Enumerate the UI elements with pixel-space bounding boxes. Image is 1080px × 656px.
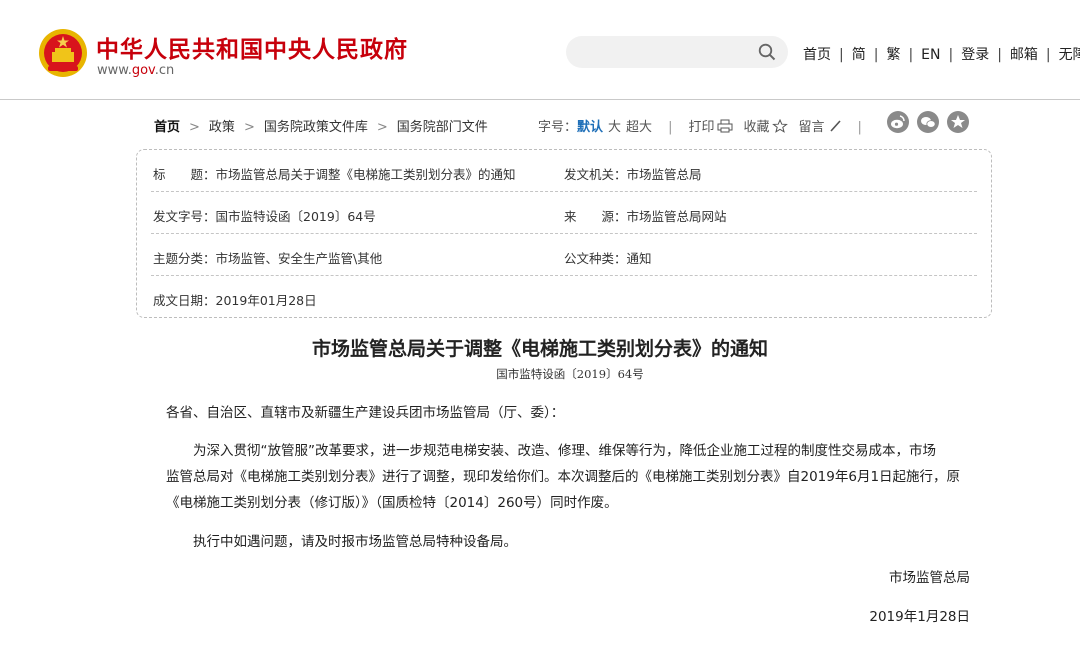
weibo-icon[interactable]: [887, 111, 909, 133]
source-value: 市场监管总局网站: [626, 209, 727, 224]
info-row-1: 标 题：市场监管总局关于调整《电梯施工类别划分表》的通知 发文机关：市场监管总局: [151, 150, 977, 192]
article-salutation: 各省、自治区、直辖市及新疆生产建设兵团市场监管局（厅、委）：: [166, 405, 565, 421]
title-key: 标 题：: [153, 167, 216, 182]
document-info-box: 标 题：市场监管总局关于调整《电梯施工类别划分表》的通知 发文机关：市场监管总局…: [136, 149, 992, 318]
printer-icon: [717, 119, 733, 133]
site-url[interactable]: www.gov.cn: [97, 63, 174, 78]
site-header: 中华人民共和国中央人民政府 www.gov.cn 首页 | 简 | 繁 | EN | 登录 | 邮箱…: [0, 0, 1080, 100]
info-row-2: 发文字号：国市监特设函〔2019〕64号 来 源：市场监管总局网站: [151, 192, 977, 234]
favorite-label: 收藏: [743, 120, 770, 135]
docno-value: 国市监特设函〔2019〕64号: [215, 209, 376, 224]
print-label: 打印: [688, 120, 715, 135]
breadcrumb-home[interactable]: 首页: [154, 120, 180, 135]
date-value: 2019年01月28日: [215, 293, 317, 308]
issuer-value: 市场监管总局: [626, 167, 702, 182]
article-paragraph-1-line-3: 《电梯施工类别划分表（修订版）》（国质检特〔2014〕260号）同时作废。: [166, 495, 618, 511]
article-paragraph-1-line-2: 监管总局对《电梯施工类别划分表》进行了调整，现印发给你们。本次调整后的《电梯施工…: [166, 469, 961, 485]
search-icon[interactable]: [758, 43, 776, 61]
breadcrumb-dept-docs[interactable]: 国务院部门文件: [397, 120, 488, 135]
page-tools: 字号：默认大超大 | 打印 收藏 留言 |: [538, 119, 862, 135]
comment-button[interactable]: 留言: [798, 120, 843, 135]
print-button[interactable]: 打印: [688, 119, 733, 135]
nav-traditional[interactable]: 繁: [886, 47, 900, 63]
article-paragraph-1-line-1: 为深入贯彻“放管服”改革要求，进一步规范电梯安装、改造、修理、维保等行为，降低企…: [166, 443, 936, 459]
subject-key: 主题分类：: [153, 251, 216, 266]
wechat-icon[interactable]: [917, 111, 939, 133]
nav-home[interactable]: 首页: [803, 47, 831, 63]
subject-value: 市场监管、安全生产监管\其他: [215, 251, 383, 266]
info-row-4: 成文日期：2019年01月28日: [151, 276, 977, 318]
comment-label: 留言: [798, 120, 825, 135]
nav-login[interactable]: 登录: [961, 47, 989, 63]
font-large-button[interactable]: 大: [608, 120, 621, 135]
article-title: 市场监管总局关于调整《电梯施工类别划分表》的通知: [311, 338, 768, 360]
type-value: 通知: [626, 251, 652, 266]
issuer-key: 发文机关：: [564, 167, 627, 182]
docno-key: 发文字号：: [153, 209, 216, 224]
qzone-icon[interactable]: [947, 111, 969, 133]
star-icon: [772, 119, 789, 133]
type-key: 公文种类：: [564, 251, 627, 266]
favorite-button[interactable]: 收藏: [743, 119, 789, 135]
article-signature: 市场监管总局: [889, 570, 970, 586]
font-size-label: 字号：: [538, 120, 578, 135]
source-key: 来 源：: [564, 209, 627, 224]
article-paragraph-2: 执行中如遇问题，请及时报市场监管总局特种设备局。: [166, 534, 517, 550]
national-emblem-icon: [39, 29, 87, 77]
top-nav: 首页|简|繁|EN|登录|邮箱|无障碍: [803, 44, 1080, 64]
nav-mail[interactable]: 邮箱: [1010, 47, 1038, 63]
breadcrumb: 首页 > 政策 > 国务院政策文件库 > 国务院部门文件: [154, 120, 488, 135]
font-default-button[interactable]: 默认: [577, 120, 603, 135]
pencil-icon: [829, 120, 841, 132]
breadcrumb-bar: 首页 > 政策 > 国务院政策文件库 > 国务院部门文件 字号：默认大超大 | 打印 收藏 留言 |: [154, 111, 984, 136]
breadcrumb-policy-library[interactable]: 国务院政策文件库: [264, 120, 368, 135]
article-doc-number: 国市监特设函〔2019〕64号: [496, 367, 644, 381]
article-sign-date: 2019年1月28日: [869, 609, 970, 625]
nav-english[interactable]: EN: [921, 47, 940, 63]
font-xlarge-button[interactable]: 超大: [626, 120, 652, 135]
info-row-3: 主题分类：市场监管、安全生产监管\其他 公文种类：通知: [151, 234, 977, 276]
breadcrumb-policy[interactable]: 政策: [209, 120, 235, 135]
search-box[interactable]: [566, 36, 788, 68]
date-key: 成文日期：: [153, 293, 216, 308]
site-title[interactable]: 中华人民共和国中央人民政府: [96, 30, 408, 64]
title-value: 市场监管总局关于调整《电梯施工类别划分表》的通知: [215, 167, 516, 182]
nav-simplified[interactable]: 简: [852, 47, 866, 63]
nav-accessibility[interactable]: 无障碍: [1059, 47, 1080, 63]
share-icons: [887, 111, 977, 133]
